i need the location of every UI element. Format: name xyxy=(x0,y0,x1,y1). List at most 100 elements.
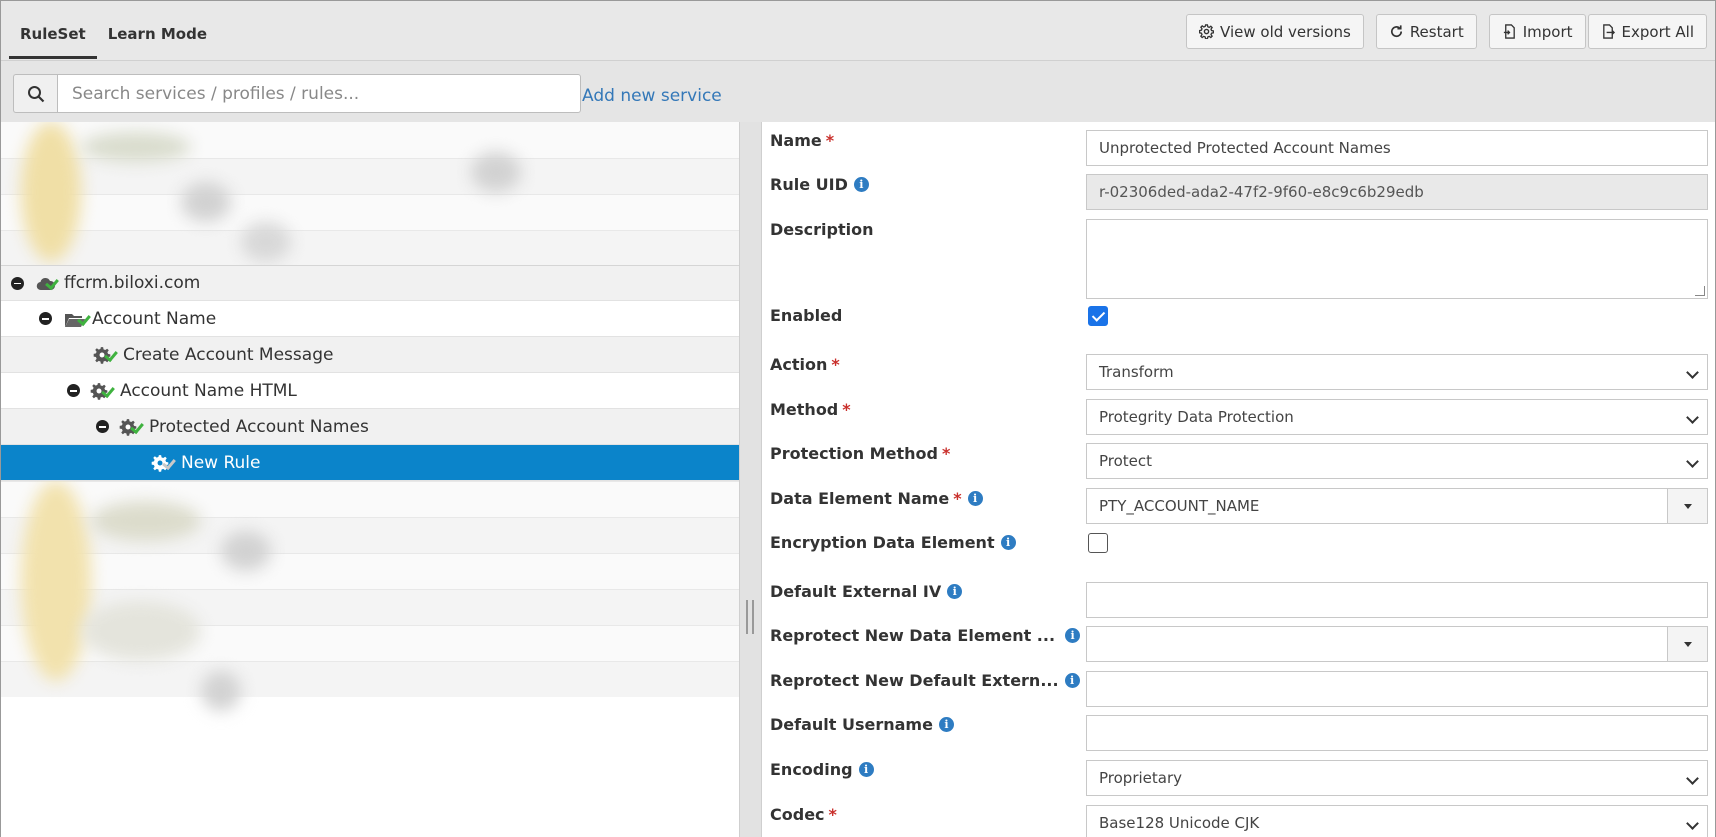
import-button[interactable]: Import xyxy=(1488,14,1586,49)
view-old-versions-button[interactable]: View old versions xyxy=(1186,14,1364,49)
required-mark: * xyxy=(825,131,835,150)
info-icon[interactable]: i xyxy=(858,762,874,777)
method-label-text: Method xyxy=(770,400,839,419)
restart-button[interactable]: Restart xyxy=(1375,14,1477,49)
info-icon[interactable]: i xyxy=(1065,628,1081,643)
import-label: Import xyxy=(1522,22,1573,41)
reprotect-new-default-extern-input[interactable] xyxy=(1086,671,1708,707)
default-username-label: Default Username i xyxy=(770,715,954,734)
default-username-label-text: Default Username xyxy=(770,715,933,734)
tree-item-profile[interactable]: Account Name xyxy=(1,301,739,337)
description-textarea[interactable] xyxy=(1086,219,1708,299)
enabled-label: Enabled xyxy=(770,306,842,325)
tree-item-rule[interactable]: Create Account Message xyxy=(1,337,739,373)
required-mark: * xyxy=(953,489,962,508)
search-icon xyxy=(27,85,44,102)
description-label-text: Description xyxy=(770,220,874,239)
info-icon[interactable]: i xyxy=(1064,673,1080,688)
search-bar xyxy=(13,74,581,113)
caret-down-icon[interactable] xyxy=(1667,489,1707,523)
reprotect-new-default-extern-label-text: Reprotect New Default Extern... xyxy=(770,671,1059,690)
gear-icon xyxy=(119,417,147,437)
gear-icon xyxy=(151,453,179,473)
enabled-checkbox[interactable] xyxy=(1088,306,1108,326)
splitter-grip[interactable] xyxy=(746,600,754,634)
tree-item-label: New Rule xyxy=(181,452,261,473)
protection-method-label: Protection Method * xyxy=(770,444,950,463)
tree-item-label: Account Name xyxy=(92,308,217,329)
action-select[interactable]: Transform xyxy=(1086,354,1708,390)
info-icon[interactable]: i xyxy=(853,177,869,192)
protection-method-select[interactable]: Protect xyxy=(1086,443,1708,479)
codec-label: Codec * xyxy=(770,805,837,824)
name-label: Name * xyxy=(770,131,834,150)
reprotect-new-data-element-label: Reprotect New Data Element ... i xyxy=(770,626,1081,645)
resize-handle-icon[interactable] xyxy=(1695,286,1705,296)
tree-item-service[interactable]: ffcrm.biloxi.com xyxy=(1,265,739,301)
top-bar: RuleSet Learn Mode View old versions Res… xyxy=(1,1,1715,61)
encoding-label: Encoding i xyxy=(770,760,874,779)
default-external-iv-input[interactable] xyxy=(1086,582,1708,618)
info-icon[interactable]: i xyxy=(967,491,983,506)
info-icon[interactable]: i xyxy=(947,584,963,599)
collapse-icon[interactable] xyxy=(11,276,24,290)
info-icon[interactable]: i xyxy=(938,717,954,732)
tree-item-rule[interactable]: Protected Account Names xyxy=(1,409,739,445)
default-username-input[interactable] xyxy=(1086,715,1708,751)
gear-icon xyxy=(1199,24,1215,39)
tree-item-label: Protected Account Names xyxy=(149,416,369,437)
search-button[interactable] xyxy=(13,74,57,113)
search-input[interactable] xyxy=(57,74,581,113)
chevron-down-icon xyxy=(1686,817,1699,830)
export-all-button[interactable]: Export All xyxy=(1587,14,1707,49)
action-label: Action * xyxy=(770,355,840,374)
blurred-tree-region-bottom xyxy=(1,481,739,837)
data-element-name-combobox[interactable]: PTY_ACCOUNT_NAME xyxy=(1086,488,1708,524)
tree-item-label: Account Name HTML xyxy=(120,380,297,401)
collapse-icon[interactable] xyxy=(96,420,109,433)
view-old-versions-label: View old versions xyxy=(1220,22,1351,41)
service-tree: ffcrm.biloxi.com Account Name Create Acc… xyxy=(1,122,739,837)
restart-label: Restart xyxy=(1409,22,1464,41)
data-element-name-value: PTY_ACCOUNT_NAME xyxy=(1099,497,1260,515)
required-mark: * xyxy=(831,355,840,374)
rule-uid-value: r-02306ded-ada2-47f2-9f60-e8c9c6b29edb xyxy=(1099,183,1424,201)
tab-learn-mode[interactable]: Learn Mode xyxy=(97,15,218,59)
name-field[interactable]: Unprotected Protected Account Names xyxy=(1086,130,1708,166)
tree-item-rule[interactable]: Account Name HTML xyxy=(1,373,739,409)
caret-down-icon[interactable] xyxy=(1667,627,1707,661)
info-icon[interactable]: i xyxy=(1000,535,1016,550)
gear-icon xyxy=(90,381,118,401)
name-value: Unprotected Protected Account Names xyxy=(1099,139,1391,157)
chevron-down-icon xyxy=(1686,366,1699,379)
encoding-value: Proprietary xyxy=(1099,769,1182,787)
tab-ruleset[interactable]: RuleSet xyxy=(9,15,97,59)
export-all-label: Export All xyxy=(1621,22,1694,41)
file-export-icon xyxy=(1602,24,1615,39)
add-new-service-link[interactable]: Add new service xyxy=(582,86,722,106)
required-mark: * xyxy=(941,444,951,463)
encoding-select[interactable]: Proprietary xyxy=(1086,760,1708,796)
encryption-data-element-label: Encryption Data Element i xyxy=(770,533,1016,552)
tree-item-label: Create Account Message xyxy=(123,344,334,365)
collapse-icon[interactable] xyxy=(39,312,52,325)
refresh-icon xyxy=(1390,25,1402,38)
data-element-name-label: Data Element Name * i xyxy=(770,489,983,508)
reprotect-new-data-element-combobox[interactable] xyxy=(1086,626,1708,662)
action-label-text: Action xyxy=(770,355,828,374)
cloud-icon xyxy=(34,273,62,293)
encryption-data-element-label-text: Encryption Data Element xyxy=(770,533,995,552)
encryption-data-element-checkbox[interactable] xyxy=(1088,533,1108,553)
chevron-down-icon xyxy=(1686,772,1699,785)
tree-item-rule-selected[interactable]: New Rule xyxy=(1,445,739,481)
action-value: Transform xyxy=(1099,363,1174,381)
blurred-tree-region-top xyxy=(1,122,739,265)
panel-splitter[interactable] xyxy=(739,122,762,837)
rule-uid-field: r-02306ded-ada2-47f2-9f60-e8c9c6b29edb xyxy=(1086,174,1708,210)
collapse-icon[interactable] xyxy=(67,384,80,397)
codec-select[interactable]: Base128 Unicode CJK xyxy=(1086,805,1708,837)
method-label: Method * xyxy=(770,400,851,419)
codec-label-text: Codec xyxy=(770,805,825,824)
description-label: Description xyxy=(770,220,873,239)
method-select[interactable]: Protegrity Data Protection xyxy=(1086,399,1708,435)
